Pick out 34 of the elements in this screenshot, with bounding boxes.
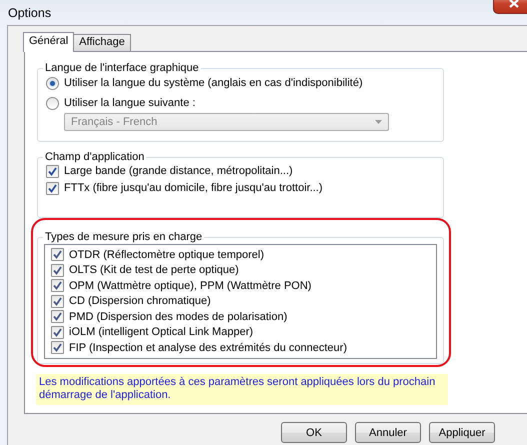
checkbox[interactable]: [51, 294, 64, 308]
radio-button[interactable]: [46, 96, 59, 110]
checkbox-label[interactable]: PMD (Dispersion des modes de polarisation): [69, 310, 288, 323]
checkbox-label[interactable]: OLTS (Kit de test de perte optique): [69, 264, 239, 276]
checkbox[interactable]: [51, 248, 64, 262]
checkbox-label[interactable]: OTDR (Réflectomètre optique temporel): [69, 248, 264, 261]
group-title: Champ d'application: [44, 151, 146, 163]
checkbox-label[interactable]: FTTx (fibre jusqu'au domicile, fibre jusqu'au trottoir...): [64, 182, 323, 194]
close-icon: [509, 0, 519, 8]
checkbox[interactable]: [51, 310, 64, 324]
dialog-button[interactable]: Annuler: [355, 422, 421, 443]
radio-button[interactable]: [46, 76, 59, 90]
checkbox[interactable]: [51, 279, 64, 292]
checkbox-label[interactable]: OPM (Wattmètre optique), PPM (Wattmètre PON): [69, 280, 312, 292]
dialog-button[interactable]: Appliquer: [429, 422, 495, 443]
checkbox-label[interactable]: iOLM (intelligent Optical Link Mapper): [69, 326, 254, 338]
group-title: Types de mesure pris en charge: [44, 231, 204, 243]
group-title: Langue de l'interface graphique: [44, 62, 200, 74]
checkbox-label[interactable]: CD (Dispersion chromatique): [69, 295, 211, 308]
radio-label[interactable]: Utiliser la langue du système (anglais en cas d'indisponibilité): [64, 77, 363, 89]
checkbox[interactable]: [46, 182, 59, 194]
tab[interactable]: Affichage: [73, 34, 131, 51]
checkbox[interactable]: [46, 164, 59, 178]
dropdown-arrow-icon: [375, 120, 382, 124]
checkbox-label[interactable]: FIP (Inspection et analyse des extrémités du connecteur): [69, 342, 347, 354]
tab[interactable]: Général: [23, 32, 74, 52]
dialog-button[interactable]: OK: [281, 422, 347, 443]
checkbox[interactable]: [51, 264, 64, 277]
checkbox[interactable]: [51, 341, 64, 354]
checkbox[interactable]: [51, 326, 64, 339]
radio-label[interactable]: Utiliser la langue suivante :: [64, 97, 196, 109]
checkbox-label[interactable]: Large bande (grande distance, métropolitain...): [64, 165, 293, 177]
notice-text: Les modifications apportées à ces paramètres seront appliquées lors du prochain démarrage de l'application.: [36, 374, 448, 404]
window-title: Options: [8, 6, 52, 20]
